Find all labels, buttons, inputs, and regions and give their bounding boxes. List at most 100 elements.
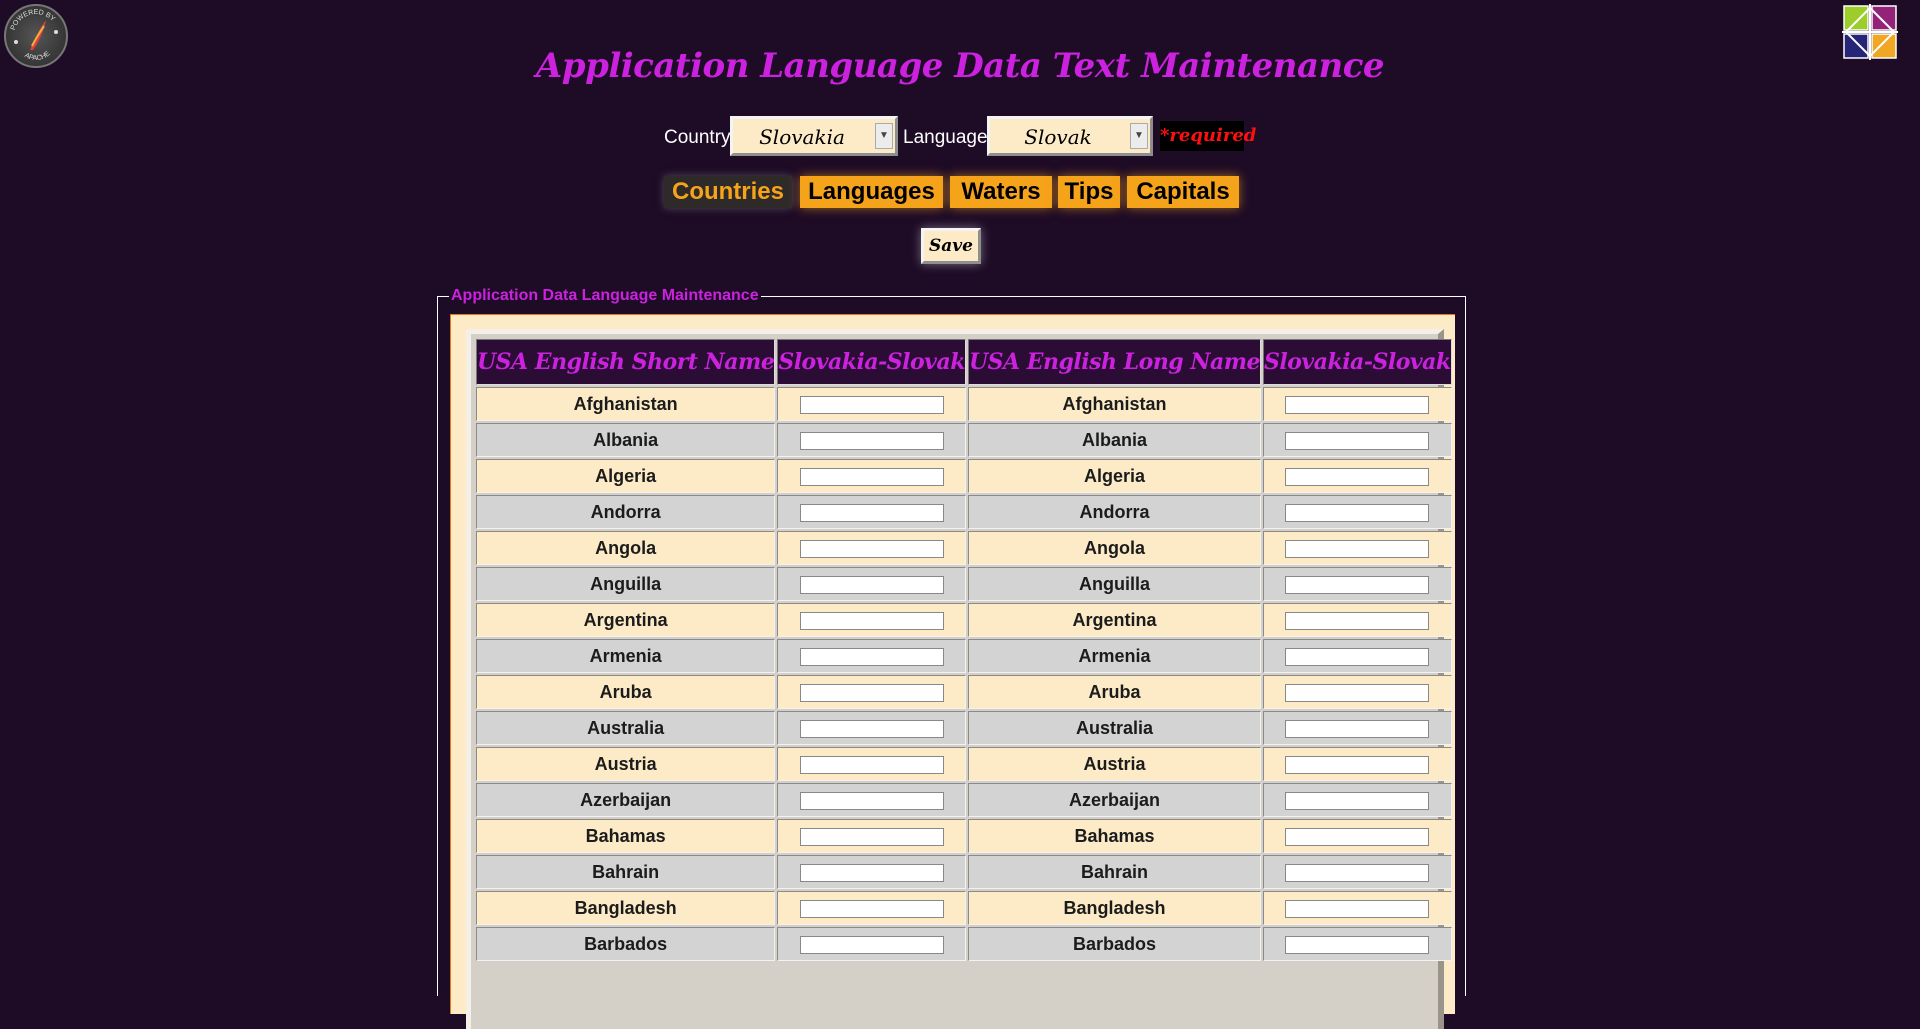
long-translation-input[interactable] bbox=[1285, 611, 1430, 630]
long-translation-cell bbox=[1263, 783, 1452, 817]
long-translation-cell bbox=[1263, 531, 1452, 565]
short-translation-input[interactable] bbox=[799, 467, 944, 486]
short-name-cell: Argentina bbox=[476, 603, 776, 637]
table-row: Bahrain Bahrain bbox=[476, 855, 1452, 889]
table-row: Andorra Andorra bbox=[476, 495, 1452, 529]
tab-capitals[interactable]: Capitals bbox=[1127, 176, 1239, 208]
long-translation-input[interactable] bbox=[1285, 683, 1430, 702]
table-row: Argentina Argentina bbox=[476, 603, 1452, 637]
tab-countries[interactable]: Countries bbox=[664, 176, 792, 208]
short-translation-cell bbox=[777, 603, 966, 637]
short-translation-input[interactable] bbox=[799, 755, 944, 774]
short-name-cell: Anguilla bbox=[476, 567, 776, 601]
table-row: Algeria Algeria bbox=[476, 459, 1452, 493]
table-row: Afghanistan Afghanistan bbox=[476, 387, 1452, 421]
short-translation-input[interactable] bbox=[799, 611, 944, 630]
table-row: Albania Albania bbox=[476, 423, 1452, 457]
short-translation-cell bbox=[777, 711, 966, 745]
page-title: Application Language Data Text Maintenan… bbox=[535, 46, 1385, 86]
table-panel: USA English Short Name Slovakia-Slovak U… bbox=[450, 314, 1455, 1029]
long-translation-cell bbox=[1263, 819, 1452, 853]
country-select[interactable]: Slovakia ▼ bbox=[730, 116, 898, 156]
short-name-cell: Angola bbox=[476, 531, 776, 565]
long-translation-input[interactable] bbox=[1285, 395, 1430, 414]
language-maintenance-fieldset: Application Data Language Maintenance US… bbox=[437, 287, 1466, 1029]
long-name-cell: Angola bbox=[967, 531, 1261, 565]
required-indicator: *required bbox=[1160, 121, 1256, 151]
short-translation-input[interactable] bbox=[799, 683, 944, 702]
long-translation-input[interactable] bbox=[1285, 935, 1430, 954]
short-translation-cell bbox=[777, 675, 966, 709]
short-translation-input[interactable] bbox=[799, 395, 944, 414]
table-row: Bahamas Bahamas bbox=[476, 819, 1452, 853]
long-translation-input[interactable] bbox=[1285, 431, 1430, 450]
chevron-down-icon[interactable]: ▼ bbox=[875, 123, 893, 149]
long-name-cell: Bangladesh bbox=[967, 891, 1261, 925]
long-name-cell: Armenia bbox=[967, 639, 1261, 673]
short-translation-input[interactable] bbox=[799, 539, 944, 558]
long-translation-input[interactable] bbox=[1285, 503, 1430, 522]
table-row: Bangladesh Bangladesh bbox=[476, 891, 1452, 925]
short-name-cell: Austria bbox=[476, 747, 776, 781]
long-translation-cell bbox=[1263, 927, 1452, 961]
save-button[interactable]: Save bbox=[921, 228, 981, 264]
long-translation-input[interactable] bbox=[1285, 755, 1430, 774]
long-name-cell: Aruba bbox=[967, 675, 1261, 709]
long-translation-input[interactable] bbox=[1285, 719, 1430, 738]
table-row: Anguilla Anguilla bbox=[476, 567, 1452, 601]
header-long-name: USA English Long Name bbox=[967, 339, 1261, 385]
short-translation-cell bbox=[777, 855, 966, 889]
short-translation-input[interactable] bbox=[799, 647, 944, 666]
short-translation-input[interactable] bbox=[799, 431, 944, 450]
table-row: Angola Angola bbox=[476, 531, 1452, 565]
long-translation-input[interactable] bbox=[1285, 791, 1430, 810]
short-translation-input[interactable] bbox=[799, 863, 944, 882]
short-translation-cell bbox=[777, 819, 966, 853]
short-translation-cell bbox=[777, 927, 966, 961]
language-select-value: Slovak bbox=[1024, 125, 1092, 149]
long-name-cell: Bahrain bbox=[967, 855, 1261, 889]
short-name-cell: Australia bbox=[476, 711, 776, 745]
tab-waters[interactable]: Waters bbox=[950, 176, 1052, 208]
long-translation-input[interactable] bbox=[1285, 575, 1430, 594]
tab-tips[interactable]: Tips bbox=[1058, 176, 1120, 208]
long-translation-cell bbox=[1263, 495, 1452, 529]
short-translation-cell bbox=[777, 459, 966, 493]
long-translation-cell bbox=[1263, 675, 1452, 709]
short-translation-input[interactable] bbox=[799, 575, 944, 594]
tab-bar: Countries Languages Waters Tips Capitals bbox=[0, 176, 1920, 210]
language-select[interactable]: Slovak ▼ bbox=[987, 116, 1153, 156]
long-translation-input[interactable] bbox=[1285, 647, 1430, 666]
short-translation-input[interactable] bbox=[799, 719, 944, 738]
long-name-cell: Austria bbox=[967, 747, 1261, 781]
short-translation-input[interactable] bbox=[799, 827, 944, 846]
short-translation-input[interactable] bbox=[799, 935, 944, 954]
long-translation-input[interactable] bbox=[1285, 539, 1430, 558]
long-translation-input[interactable] bbox=[1285, 899, 1430, 918]
tab-languages[interactable]: Languages bbox=[800, 176, 943, 208]
table-row: Aruba Aruba bbox=[476, 675, 1452, 709]
chevron-down-icon[interactable]: ▼ bbox=[1130, 123, 1148, 149]
header-long-translation: Slovakia-Slovak bbox=[1263, 339, 1452, 385]
short-name-cell: Barbados bbox=[476, 927, 776, 961]
country-label: Country bbox=[664, 127, 731, 148]
long-translation-input[interactable] bbox=[1285, 467, 1430, 486]
short-name-cell: Bangladesh bbox=[476, 891, 776, 925]
long-name-cell: Barbados bbox=[967, 927, 1261, 961]
table-row: Australia Australia bbox=[476, 711, 1452, 745]
table-wrapper: USA English Short Name Slovakia-Slovak U… bbox=[466, 329, 1452, 1029]
header-short-translation: Slovakia-Slovak bbox=[777, 339, 966, 385]
short-name-cell: Azerbaijan bbox=[476, 783, 776, 817]
short-translation-input[interactable] bbox=[799, 503, 944, 522]
short-translation-input[interactable] bbox=[799, 791, 944, 810]
short-name-cell: Afghanistan bbox=[476, 387, 776, 421]
long-name-cell: Albania bbox=[967, 423, 1261, 457]
short-translation-input[interactable] bbox=[799, 899, 944, 918]
short-translation-cell bbox=[777, 747, 966, 781]
long-translation-input[interactable] bbox=[1285, 827, 1430, 846]
long-translation-cell bbox=[1263, 423, 1452, 457]
short-translation-cell bbox=[777, 639, 966, 673]
country-select-value: Slovakia bbox=[759, 125, 845, 149]
long-translation-cell bbox=[1263, 891, 1452, 925]
long-translation-input[interactable] bbox=[1285, 863, 1430, 882]
